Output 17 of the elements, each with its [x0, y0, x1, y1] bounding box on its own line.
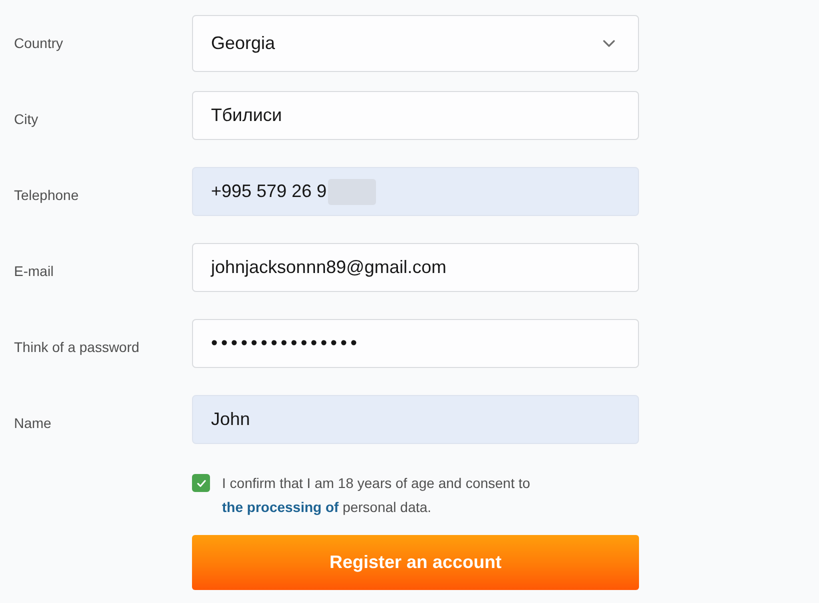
- input-field[interactable]: +995 579 26 9: [192, 167, 639, 216]
- password-field[interactable]: •••••••••••••••: [192, 319, 639, 368]
- input-field[interactable]: Тбилиси: [192, 91, 639, 140]
- field-label: E-mail: [14, 262, 54, 281]
- checkmark-icon: [196, 480, 206, 486]
- consent-text: I confirm that I am 18 years of age and consent to the processing of personal data.: [222, 474, 532, 517]
- chevron-down-icon: [603, 40, 615, 47]
- input-field[interactable]: johnjacksonnn89@gmail.com: [192, 243, 639, 292]
- field-label: Name: [14, 414, 52, 433]
- field-label: City: [14, 110, 38, 129]
- field-label: Think of a password: [14, 338, 140, 357]
- dropdown-field[interactable]: Georgia: [192, 15, 639, 72]
- input-field[interactable]: John: [192, 395, 639, 444]
- field-label: Country: [14, 34, 64, 53]
- processing-link[interactable]: the processing of: [222, 499, 339, 515]
- consent-checkbox[interactable]: [192, 474, 210, 492]
- field-label: Telephone: [14, 186, 79, 205]
